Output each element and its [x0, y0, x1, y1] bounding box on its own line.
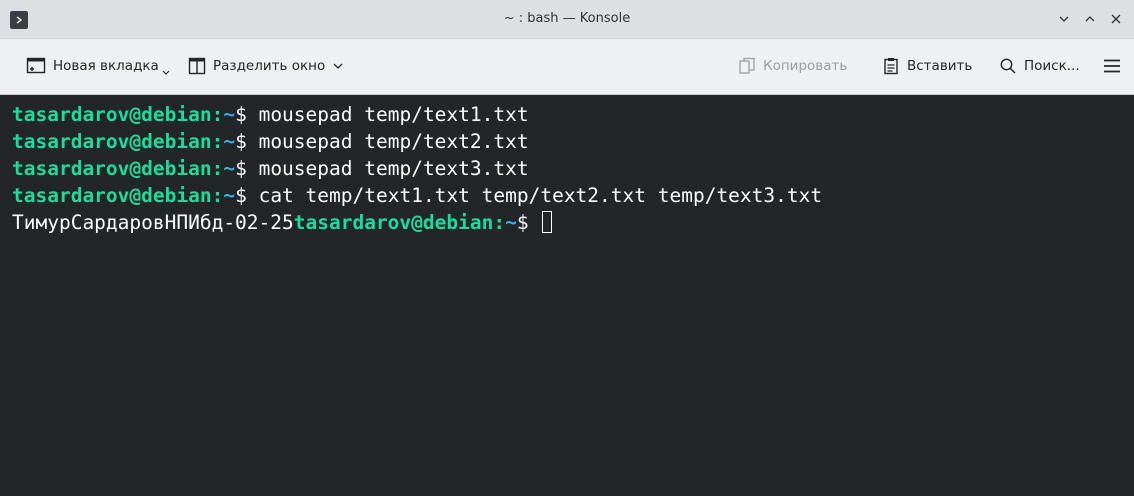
- command-text: cat temp/text1.txt temp/text2.txt temp/t…: [258, 184, 823, 207]
- command-output: ТимурСардаровНПИбд-02-25: [12, 211, 294, 234]
- chevron-up-icon: [1085, 16, 1095, 22]
- prompt-dollar: $: [516, 211, 541, 234]
- prompt-user-host: tasardarov@debian: [293, 211, 494, 234]
- search-button[interactable]: Поиск...: [999, 53, 1080, 79]
- close-icon: [1111, 14, 1121, 24]
- search-icon: [1000, 58, 1016, 74]
- paste-button[interactable]: Вставить: [882, 53, 972, 79]
- terminal-cursor: [542, 211, 553, 233]
- prompt-path: ~: [223, 157, 236, 180]
- prompt-user-host: tasardarov@debian: [12, 157, 212, 180]
- terminal-line: tasardarov@debian:~$ mousepad temp/text1…: [12, 101, 1134, 128]
- menu-button[interactable]: [1103, 53, 1121, 79]
- command-text: mousepad temp/text1.txt: [258, 103, 529, 126]
- prompt-path: ~: [223, 103, 236, 126]
- new-tab-label: Новая вкладка: [53, 58, 159, 74]
- prompt-user-host: tasardarov@debian: [12, 130, 212, 153]
- prompt-path: ~: [223, 184, 236, 207]
- window-controls: [1054, 9, 1126, 29]
- prompt-dollar: $: [235, 130, 259, 153]
- prompt-path: ~: [505, 211, 517, 234]
- new-tab-icon: [26, 57, 46, 74]
- chevron-down-icon: [1059, 16, 1069, 22]
- new-tab-button[interactable]: Новая вкладка: [26, 53, 170, 79]
- terminal-line: tasardarov@debian:~$ mousepad temp/text3…: [12, 155, 1134, 182]
- terminal-line: ТимурСардаровНПИбд-02-25tasardarov@debia…: [12, 209, 1134, 236]
- close-button[interactable]: [1106, 9, 1126, 29]
- paste-label: Вставить: [907, 58, 973, 74]
- chevron-down-icon: [162, 70, 170, 75]
- terminal-line: tasardarov@debian:~$ mousepad temp/text2…: [12, 128, 1134, 155]
- prompt-user-host: tasardarov@debian: [12, 103, 212, 126]
- copy-icon: [739, 57, 755, 74]
- hamburger-menu-icon: [1104, 59, 1120, 73]
- paste-icon: [884, 58, 898, 75]
- terminal-view[interactable]: tasardarov@debian:~$ mousepad temp/text1…: [0, 95, 1134, 496]
- prompt-dollar: $: [235, 103, 259, 126]
- split-view-label: Разделить окно: [213, 58, 326, 74]
- split-view-button[interactable]: Разделить окно: [188, 53, 344, 79]
- chevron-down-icon: [333, 63, 343, 69]
- prompt-dollar: $: [235, 184, 259, 207]
- search-label: Поиск...: [1024, 58, 1080, 74]
- prompt-colon: :: [211, 157, 224, 180]
- prompt-dollar: $: [235, 157, 259, 180]
- command-text: mousepad temp/text2.txt: [258, 130, 529, 153]
- window-title: ~ : bash — Konsole: [503, 11, 631, 26]
- prompt-colon: :: [211, 184, 224, 207]
- prompt-colon: :: [493, 211, 506, 234]
- prompt-user-host: tasardarov@debian: [12, 184, 212, 207]
- copy-button[interactable]: Копировать: [738, 53, 847, 79]
- maximize-button[interactable]: [1080, 9, 1100, 29]
- title-bar[interactable]: ~ : bash — Konsole: [0, 0, 1134, 39]
- minimize-button[interactable]: [1054, 9, 1074, 29]
- terminal-line: tasardarov@debian:~$ cat temp/text1.txt …: [12, 182, 1134, 209]
- split-view-icon: [188, 57, 206, 75]
- copy-label: Копировать: [763, 58, 848, 74]
- konsole-window: ~ : bash — Konsole Новая вкладка Раздели…: [0, 0, 1134, 496]
- prompt-colon: :: [211, 130, 224, 153]
- prompt-path: ~: [223, 130, 236, 153]
- toolbar: Новая вкладка Разделить окно Копировать: [0, 39, 1134, 95]
- prompt-colon: :: [211, 103, 224, 126]
- command-text: mousepad temp/text3.txt: [258, 157, 529, 180]
